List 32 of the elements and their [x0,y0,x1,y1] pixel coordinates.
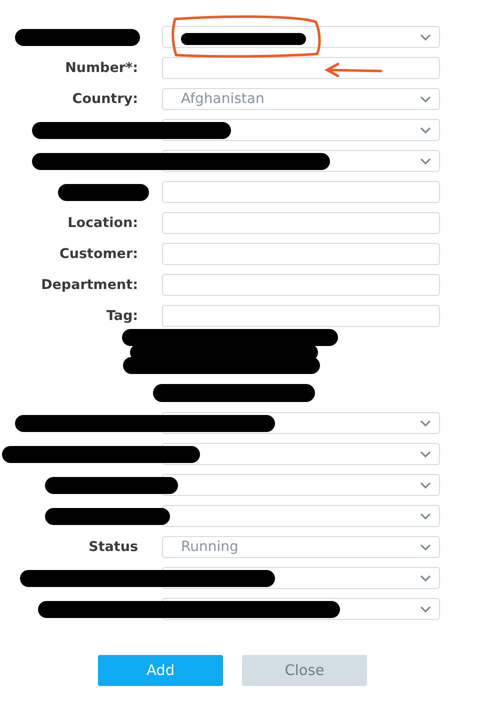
add-button[interactable]: Add [98,655,223,686]
input-field[interactable] [162,243,440,265]
chevron-icon [420,96,431,102]
chevron-icon [420,544,431,550]
field-label: Tag: [105,308,138,324]
chevron-icon [420,450,431,458]
field-label: Location: [66,215,138,231]
field-label: Number*: [64,60,138,76]
field-label: Status [88,539,138,555]
chevron-icon [420,574,431,582]
chevron-icon [420,420,431,426]
input-field[interactable] [162,57,440,79]
input-field[interactable] [162,305,440,327]
select-field[interactable]: Afghanistan [162,88,440,110]
input-field[interactable] [162,212,440,234]
chevron-icon [420,34,431,40]
chevron-icon [420,158,431,164]
chevron-icon [420,512,431,520]
field-label: Department: [40,277,138,293]
field-label: Country: [71,91,138,107]
select-field[interactable] [162,443,440,465]
select-field[interactable] [162,505,440,527]
chevron-icon [420,126,431,134]
select-field[interactable] [162,26,440,48]
field-label: Customer: [58,246,138,262]
select-field[interactable]: Running [162,536,440,558]
input-field[interactable] [162,181,440,203]
chevron-icon [420,606,431,612]
chevron-icon [420,482,431,488]
select-field[interactable] [162,474,440,496]
input-field[interactable] [162,274,440,296]
annotation-arrow [324,62,382,78]
